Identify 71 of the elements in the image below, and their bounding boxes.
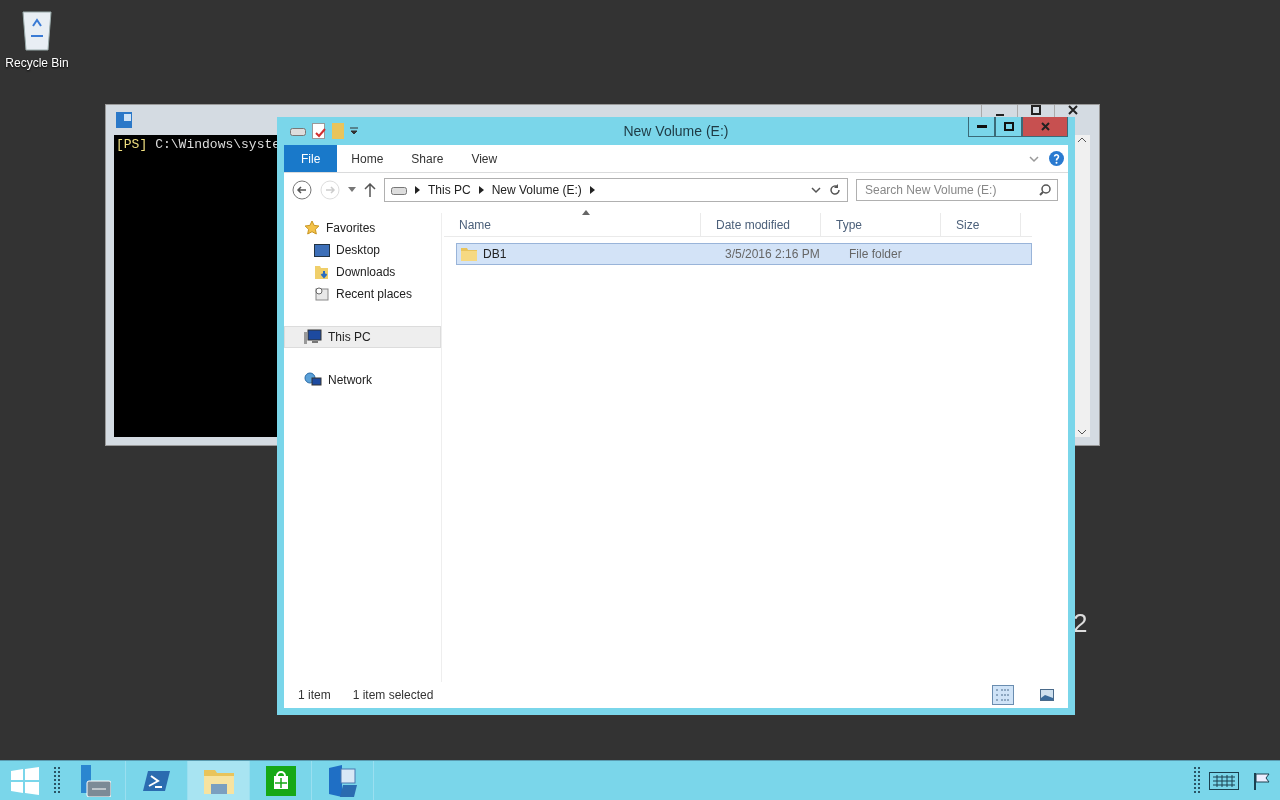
- close-icon: [1040, 122, 1050, 131]
- file-row[interactable]: DB1 3/5/2016 2:16 PM File folder: [456, 243, 1032, 265]
- exchange-shell-icon: [326, 764, 359, 797]
- expand-ribbon-icon[interactable]: [1029, 154, 1039, 163]
- minimize-button[interactable]: [968, 117, 995, 137]
- maximize-icon: [1003, 122, 1014, 131]
- close-icon: [1068, 105, 1078, 115]
- folder-icon: [461, 247, 477, 261]
- grip-icon: [54, 766, 60, 795]
- properties-icon[interactable]: [312, 123, 326, 139]
- picture-icon: [1040, 689, 1054, 701]
- powershell-icon: [142, 768, 171, 793]
- drive-icon: [391, 185, 407, 195]
- nav-item[interactable]: This PC: [284, 326, 441, 348]
- recent-places-icon: [314, 286, 330, 302]
- up-arrow-icon[interactable]: [364, 183, 376, 197]
- computer-icon: [304, 329, 322, 345]
- dropdown-icon[interactable]: [350, 127, 358, 135]
- nav-item[interactable]: Desktop: [284, 239, 441, 261]
- desktop-icon-label[interactable]: Recycle Bin: [5, 56, 69, 70]
- ribbon-tab[interactable]: View: [457, 145, 512, 172]
- exchange-app-icon: [116, 112, 132, 128]
- breadcrumb-item[interactable]: New Volume (E:): [491, 183, 582, 197]
- star-icon: [304, 220, 320, 236]
- ribbon-tab[interactable]: Home: [337, 145, 398, 172]
- nav-item[interactable]: Favorites: [284, 217, 441, 239]
- file-date: 3/5/2016 2:16 PM: [725, 247, 820, 261]
- flag-icon: [1253, 771, 1271, 790]
- file-type: File folder: [849, 247, 902, 261]
- nav-item[interactable]: Downloads: [284, 261, 441, 283]
- ribbon-tab[interactable]: Share: [397, 145, 458, 172]
- nav-item[interactable]: Recent places: [284, 283, 441, 305]
- search-icon: [1039, 184, 1051, 196]
- folder-download-icon: [314, 264, 330, 280]
- chevron-right-icon[interactable]: [415, 186, 420, 194]
- address-bar[interactable]: This PC New Volume (E:): [384, 178, 848, 202]
- prompt-path: C:\Windows\syste: [155, 137, 281, 154]
- store-icon: [265, 765, 296, 796]
- recent-locations-icon[interactable]: [348, 187, 356, 193]
- scroll-down-icon: [1077, 427, 1087, 437]
- windows-logo-icon: [11, 766, 39, 795]
- column-header[interactable]: Type: [821, 213, 941, 236]
- nav-item[interactable]: Network: [284, 369, 441, 391]
- server-manager-icon: [78, 764, 111, 797]
- column-header[interactable]: Date modified: [701, 213, 821, 236]
- grip-icon: [1194, 766, 1200, 795]
- back-icon[interactable]: [292, 180, 312, 200]
- selection-count: 1 item selected: [352, 688, 434, 702]
- file-name: DB1: [483, 247, 507, 261]
- sort-ascending-icon: [582, 210, 590, 215]
- breadcrumb-item[interactable]: This PC: [428, 183, 471, 197]
- desktop-watermark-text: 2: [1073, 608, 1088, 639]
- chevron-right-icon[interactable]: [589, 186, 595, 194]
- item-count: 1 item: [298, 688, 331, 702]
- file-tab[interactable]: File: [284, 145, 338, 172]
- window-title: New Volume (E:): [623, 123, 729, 139]
- network-icon: [304, 372, 322, 388]
- dropdown-icon[interactable]: [811, 186, 821, 194]
- minimize-icon: [976, 124, 987, 129]
- column-header[interactable]: Size: [941, 213, 1021, 236]
- chevron-right-icon[interactable]: [478, 186, 484, 194]
- prompt-tag: [PS]: [116, 137, 148, 435]
- details-view-button[interactable]: [992, 685, 1014, 705]
- keyboard-icon: [1209, 771, 1239, 790]
- maximize-icon: [1031, 105, 1041, 115]
- search-field[interactable]: Search New Volume (E:): [856, 179, 1058, 201]
- help-icon[interactable]: [1049, 151, 1064, 166]
- drive-icon: [290, 126, 306, 136]
- scroll-up-icon: [1077, 135, 1087, 145]
- desktop-icon: [314, 243, 330, 257]
- refresh-icon[interactable]: [829, 184, 841, 196]
